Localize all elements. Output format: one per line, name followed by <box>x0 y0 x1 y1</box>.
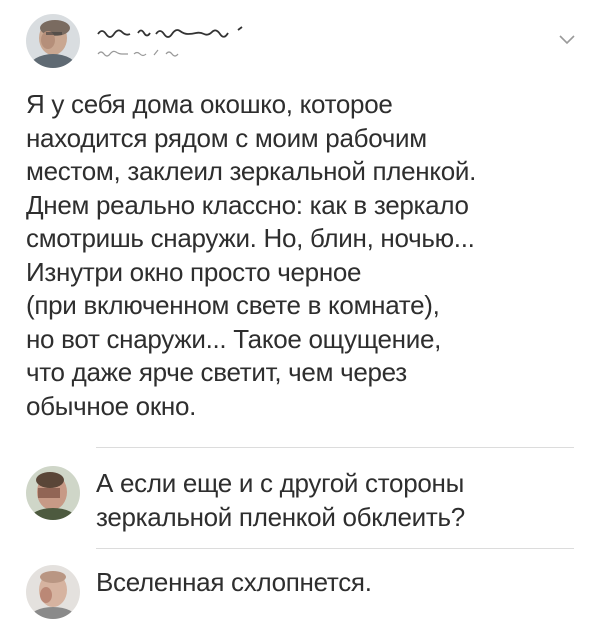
avatar-image-icon <box>26 466 80 520</box>
author-name-obscured[interactable] <box>96 26 246 38</box>
author-avatar[interactable] <box>26 14 80 68</box>
avatar-image-icon <box>26 565 80 619</box>
post-text: Я у себя дома окошко, которое находится … <box>26 89 477 421</box>
divider <box>96 548 574 549</box>
commenter-avatar[interactable] <box>26 565 80 619</box>
avatar-image-icon <box>26 14 80 68</box>
obscured-username-scribble-icon <box>97 26 243 38</box>
divider <box>96 447 574 448</box>
author-handle-obscured <box>96 48 186 58</box>
chevron-down-icon[interactable] <box>558 32 576 45</box>
comment-text: Вселенная схлопнется. <box>96 567 372 597</box>
obscured-handle-scribble-icon <box>97 49 179 57</box>
post-header <box>26 14 578 76</box>
commenter-avatar[interactable] <box>26 466 80 520</box>
comment-text: А если еще и с другой стороны зеркальной… <box>96 468 465 532</box>
